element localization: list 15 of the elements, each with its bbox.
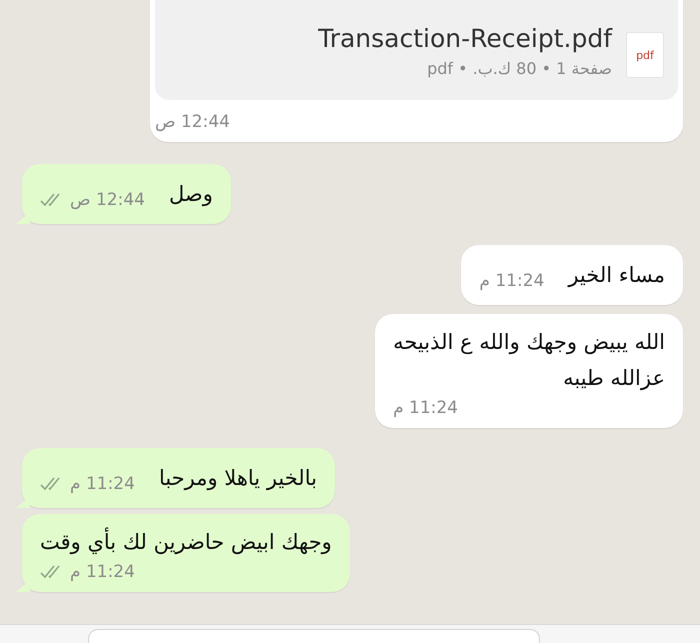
message-time: 11:24 م [70,474,135,494]
message-time: 11:24 م [70,562,135,582]
message-time: 11:24 م [393,398,458,418]
message-time: 12:44 ص [70,190,145,210]
message-text: وجهك ابيض حاضرين لك بأي وقت [40,524,332,560]
message-time: 12:44 ص [155,112,230,132]
message-text: الله يبيض وجهك والله ع الذبيحه [393,329,665,356]
message-time: 11:24 م [479,271,544,291]
file-icon: pdf [626,32,664,78]
file-details: صفحة 1 • 80 ك.ب. • pdf [426,59,612,78]
message-text: وصل [168,181,213,208]
message-text: بالخير ياهلا ومرحبا [158,465,317,492]
message-text: مساء الخير [568,262,665,290]
message-text: عزالله طيبه [562,365,665,392]
file-name: Transaction-Receipt.pdf [317,24,612,53]
